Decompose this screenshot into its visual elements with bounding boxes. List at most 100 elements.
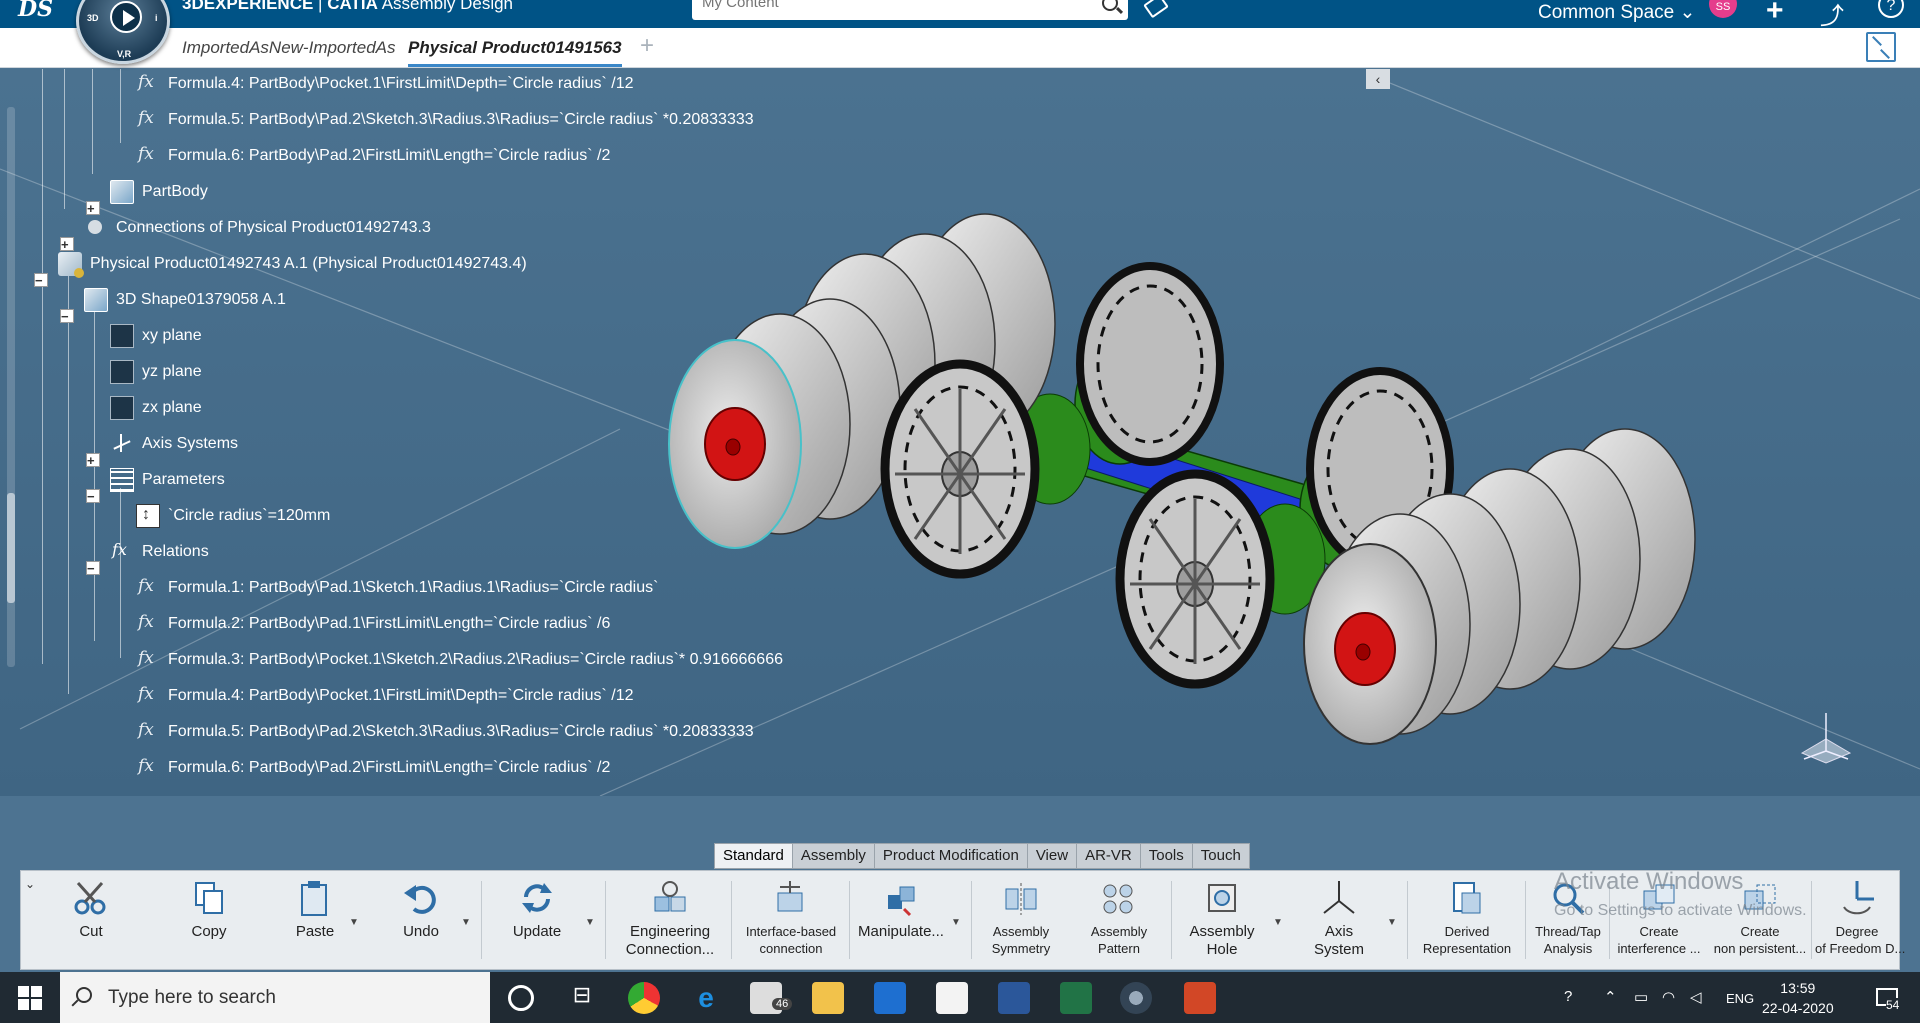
excel-icon[interactable] — [1060, 982, 1092, 1014]
ribbon-tab-standard[interactable]: Standard — [714, 843, 793, 869]
tree-plane-yz[interactable]: yz plane — [110, 357, 202, 387]
tree-parameters[interactable]: Parameters — [110, 465, 225, 495]
assembly-hole-button[interactable]: Assembly Hole — [1183, 879, 1261, 967]
derived-representation-button[interactable]: Derived Representation — [1411, 879, 1523, 967]
presentation-app-icon[interactable] — [1184, 982, 1216, 1014]
ribbon-tab-product-modification[interactable]: Product Modification — [873, 843, 1028, 869]
undo-dropdown-arrow[interactable]: ▼ — [461, 917, 471, 928]
tree-product[interactable]: Physical Product01492743 A.1 (Physical P… — [58, 249, 527, 279]
manipulate-dropdown-arrow[interactable]: ▼ — [951, 917, 961, 928]
expand-toggle[interactable]: + — [86, 453, 100, 467]
formula-icon — [136, 720, 160, 744]
paste-dropdown-arrow[interactable]: ▼ — [349, 917, 359, 928]
assembly-hole-dropdown-arrow[interactable]: ▼ — [1273, 917, 1283, 928]
assembly-pattern-button[interactable]: Assembly Pattern — [1083, 879, 1155, 967]
avatar[interactable]: SS — [1709, 0, 1737, 18]
update-dropdown-arrow[interactable]: ▼ — [585, 917, 595, 928]
ribbon-tab-touch[interactable]: Touch — [1191, 843, 1250, 869]
copy-button[interactable]: Copy — [179, 879, 239, 967]
tab-imported[interactable]: ImportedAsNew-ImportedAs — [182, 38, 396, 58]
cortana-icon[interactable] — [508, 985, 534, 1011]
tree-formula-row[interactable]: Formula.5: PartBody\Pad.2\Sketch.3\Radiu… — [136, 717, 754, 747]
app-icon[interactable] — [874, 982, 906, 1014]
language-indicator[interactable]: ENG — [1726, 991, 1754, 1006]
help-tray-icon[interactable]: ? — [1564, 988, 1572, 1005]
panel-collapse-button[interactable]: ‹ — [1366, 69, 1390, 89]
expand-toggle[interactable]: + — [60, 237, 74, 251]
3dexperience-icon[interactable] — [1120, 982, 1152, 1014]
tree-formula-row[interactable]: Formula.5: PartBody\Pad.2\Sketch.3\Radiu… — [136, 105, 754, 135]
expand-toggle[interactable]: + — [86, 201, 100, 215]
clock[interactable]: 13:59 22-04-2020 — [1762, 978, 1834, 1018]
taskbar-search-box[interactable]: Type here to search — [60, 972, 490, 1023]
view-orientation-gizmo[interactable] — [1794, 709, 1858, 765]
tree-formula-row[interactable]: Formula.6: PartBody\Pad.2\FirstLimit\Len… — [136, 141, 610, 171]
chrome-icon[interactable] — [628, 982, 660, 1014]
search-input[interactable] — [702, 0, 1082, 11]
tree-plane-xy[interactable]: xy plane — [110, 321, 202, 351]
tree-partbody[interactable]: PartBody — [110, 177, 208, 207]
ribbon-tab-tools[interactable]: Tools — [1139, 843, 1193, 869]
ribbon-tab-assembly[interactable]: Assembly — [791, 843, 875, 869]
thread-tap-label-1: Thread/Tap — [1535, 924, 1601, 939]
manipulate-button[interactable]: Manipulate... — [855, 879, 947, 967]
tree-parameter-value[interactable]: `Circle radius`=120mm — [136, 501, 330, 531]
speaker-icon[interactable]: ◁ — [1690, 988, 1702, 1006]
undo-button[interactable]: Undo — [391, 879, 451, 967]
play-icon[interactable] — [110, 1, 142, 33]
task-view-icon[interactable]: ⊟ — [566, 982, 598, 1014]
update-button[interactable]: Update — [501, 879, 573, 967]
tab-physical-product[interactable]: Physical Product01491563 — [408, 38, 622, 67]
spoked-wheel-back-left[interactable] — [1076, 262, 1224, 466]
edge-icon[interactable]: e — [690, 982, 722, 1014]
paste-button[interactable]: Paste — [285, 879, 345, 967]
tree-formula-row[interactable]: Formula.6: PartBody\Pad.2\FirstLimit\Len… — [136, 753, 610, 783]
spoked-wheel-front-right[interactable] — [1115, 469, 1275, 689]
tree-3d-shape[interactable]: 3D Shape01379058 A.1 — [84, 285, 286, 315]
wifi-icon[interactable]: ◠ — [1662, 988, 1675, 1006]
degree-of-freedom-button[interactable]: Degree of Freedom D... — [1815, 879, 1905, 967]
axis-system-button[interactable]: Axis System — [1303, 879, 1375, 967]
tree-relations[interactable]: Relations — [110, 537, 209, 567]
help-icon[interactable]: ? — [1878, 0, 1904, 18]
tree-formula-row[interactable]: Formula.3: PartBody\Pocket.1\Sketch.2\Ra… — [136, 645, 783, 675]
tree-scrollbar-thumb[interactable] — [7, 493, 15, 603]
battery-icon[interactable]: ▭ — [1634, 988, 1648, 1006]
tree-node-label: Formula.4: PartBody\Pocket.1\FirstLimit\… — [168, 75, 634, 92]
chevron-down-icon[interactable]: ⌄ — [25, 877, 35, 891]
tree-formula-row[interactable]: Formula.4: PartBody\Pocket.1\FirstLimit\… — [136, 681, 634, 711]
tree-axis-systems[interactable]: Axis Systems — [110, 429, 238, 459]
assembly-symmetry-button[interactable]: Assembly Symmetry — [985, 879, 1057, 967]
axis-system-dropdown-arrow[interactable]: ▼ — [1387, 917, 1397, 928]
file-explorer-icon[interactable] — [812, 982, 844, 1014]
plus-icon[interactable]: + — [1766, 0, 1784, 28]
drum-wheel-front-left[interactable] — [668, 298, 901, 549]
fullscreen-button[interactable] — [1866, 32, 1896, 62]
collapse-toggle[interactable]: − — [86, 489, 100, 503]
word-icon[interactable] — [998, 982, 1030, 1014]
windows-start-icon[interactable] — [18, 986, 42, 1010]
ribbon-tab-ar-vr[interactable]: AR-VR — [1076, 843, 1141, 869]
collapse-toggle[interactable]: − — [34, 273, 48, 287]
collab-space-selector[interactable]: Common Space ⌄ — [1538, 1, 1695, 24]
store-icon[interactable] — [936, 982, 968, 1014]
tree-connections[interactable]: Connections of Physical Product01492743.… — [84, 213, 431, 243]
interface-connection-button[interactable]: Interface-based connection — [735, 879, 847, 967]
add-tab-button[interactable]: + — [640, 32, 654, 60]
engineering-connection-button[interactable]: Engineering Connection... — [615, 879, 725, 967]
collapse-toggle[interactable]: − — [60, 309, 74, 323]
tree-formula-row[interactable]: Formula.4: PartBody\Pocket.1\FirstLimit\… — [136, 69, 634, 99]
share-icon[interactable]: ⤴ — [1820, 0, 1844, 31]
tag-icon[interactable] — [1143, 0, 1169, 19]
tree-plane-zx[interactable]: zx plane — [110, 393, 202, 423]
chevron-up-icon[interactable]: ⌃ — [1604, 988, 1617, 1006]
search-box[interactable] — [692, 0, 1128, 20]
tree-formula-row[interactable]: Formula.2: PartBody\Pad.1\FirstLimit\Len… — [136, 609, 610, 639]
collapse-toggle[interactable]: − — [86, 561, 100, 575]
search-icon[interactable] — [1102, 0, 1118, 11]
tree-formula-row[interactable]: Formula.1: PartBody\Pad.1\Sketch.1\Radiu… — [136, 573, 658, 603]
ribbon-tab-view[interactable]: View — [1026, 843, 1078, 869]
3d-viewport[interactable]: ‹ Formula.4: PartBody\Pocket.1\FirstLimi… — [0, 69, 1920, 796]
spoked-wheel-front-left[interactable] — [880, 359, 1040, 579]
cut-button[interactable]: Cut — [61, 879, 121, 967]
